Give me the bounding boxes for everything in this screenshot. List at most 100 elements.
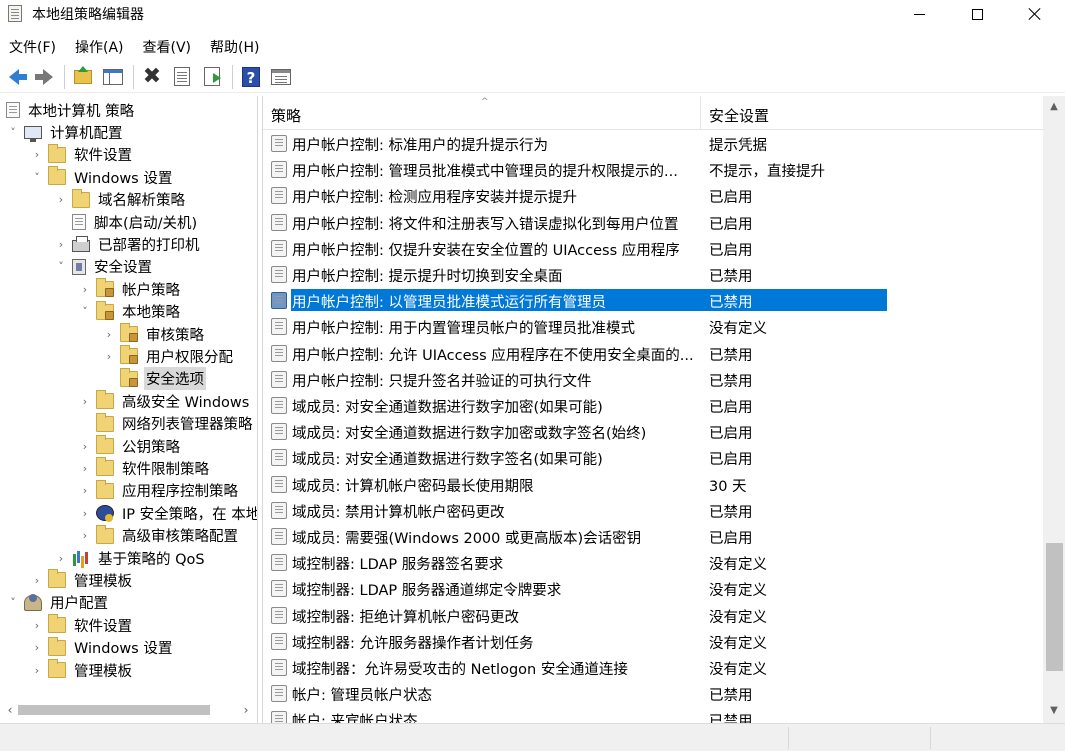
menu-view[interactable]: 查看(V) [134, 33, 202, 59]
policy-row[interactable]: 用户帐户控制: 允许 UIAccess 应用程序在不使用安全桌面的... 已禁用 [263, 340, 1043, 366]
chevron-right-icon[interactable]: › [30, 659, 44, 681]
policy-row[interactable]: 域成员: 需要强(Windows 2000 或更高版本)会话密钥 已启用 [263, 523, 1043, 549]
tree-node[interactable]: › 帐户策略 [78, 278, 182, 300]
chevron-right-icon[interactable]: › [78, 525, 92, 547]
tree-node[interactable]: › 用户权限分配 [102, 345, 235, 367]
close-button[interactable] [1006, 0, 1064, 28]
chevron-right-icon[interactable]: › [78, 435, 92, 457]
tree-horizontal-scrollbar[interactable]: ‹ › [0, 701, 257, 719]
list-vertical-scrollbar[interactable]: ▲ ▼ [1043, 96, 1065, 723]
policy-name: 域控制器: 拒绝计算机帐户密码更改 [292, 609, 519, 626]
policy-row[interactable]: 用户帐户控制: 以管理员批准模式运行所有管理员 已禁用 [263, 287, 1043, 313]
chevron-right-icon[interactable]: › [102, 323, 116, 345]
policy-row[interactable]: 域成员: 对安全通道数据进行数字签名(如果可能) 已启用 [263, 444, 1043, 470]
policy-row[interactable]: 用户帐户控制: 提示提升时切换到安全桌面 已禁用 [263, 261, 1043, 287]
policy-row[interactable]: 域控制器：允许易受攻击的 Netlogon 安全通道连接 没有定义 [263, 654, 1043, 680]
tree-node[interactable]: ˅ 计算机配置 [6, 121, 125, 143]
tree-node[interactable]: › 软件设置 [30, 143, 134, 166]
tree-node[interactable]: › Windows 设置 [30, 636, 174, 659]
scroll-down-icon[interactable]: ▼ [1043, 702, 1065, 720]
policy-row[interactable]: 域成员: 禁用计算机帐户密码更改 已禁用 [263, 497, 1043, 523]
help-button[interactable]: ? [239, 65, 263, 89]
tree-node[interactable]: › 软件限制策略 [78, 457, 211, 479]
tree-node[interactable]: › 已部署的打印机 [54, 233, 202, 255]
menu-file[interactable]: 文件(F) [0, 33, 66, 59]
policy-row[interactable]: 用户帐户控制: 检测应用程序安装并提示提升 已启用 [263, 182, 1043, 208]
column-header-policy[interactable]: 策略 [263, 96, 701, 130]
chevron-right-icon[interactable]: › [54, 547, 68, 569]
policy-row[interactable]: 域控制器: LDAP 服务器通道绑定令牌要求 没有定义 [263, 575, 1043, 601]
chevron-right-icon[interactable]: › [54, 189, 68, 211]
policy-row[interactable]: 用户帐户控制: 用于内置管理员帐户的管理员批准模式 没有定义 [263, 313, 1043, 339]
policy-row[interactable]: 用户帐户控制: 将文件和注册表写入错误虚拟化到每用户位置 已启用 [263, 209, 1043, 235]
tree-node[interactable]: ˅ 用户配置 [6, 592, 110, 614]
scroll-left-icon[interactable]: ‹ [2, 701, 18, 719]
policy-row[interactable]: 帐户: 管理员帐户状态 已禁用 [263, 680, 1043, 706]
tree-node[interactable]: › 管理模板 [30, 659, 134, 681]
policy-row[interactable]: 域成员: 对安全通道数据进行数字加密或数字签名(始终) 已启用 [263, 418, 1043, 444]
tree-node[interactable]: › 公钥策略 [78, 435, 182, 457]
chevron-down-icon[interactable]: ˅ [6, 592, 20, 614]
policy-row[interactable]: 用户帐户控制: 仅提升安装在安全位置的 UIAccess 应用程序 已启用 [263, 235, 1043, 261]
chevron-down-icon[interactable]: ˅ [78, 301, 92, 323]
tree-node[interactable]: 网络列表管理器策略 [78, 412, 255, 435]
policy-row[interactable]: 域控制器: LDAP 服务器签名要求 没有定义 [263, 549, 1043, 575]
chevron-down-icon[interactable]: ˅ [54, 256, 68, 278]
chevron-right-icon[interactable]: › [102, 345, 116, 367]
column-header-security-setting[interactable]: 安全设置 [701, 96, 1041, 130]
tree-node[interactable]: ˅ Windows 设置 [30, 166, 174, 188]
tree-node[interactable]: › 域名解析策略 [54, 188, 187, 211]
console-tree[interactable]: 本地计算机 策略 ˅ 计算机配置 › 软件设置 ˅ Windows 设置 › 域名解析策略 脚本(… [0, 96, 258, 723]
chevron-down-icon[interactable]: ˅ [30, 166, 44, 188]
policy-row[interactable]: 用户帐户控制: 只提升签名并验证的可执行文件 已禁用 [263, 366, 1043, 392]
forward-button[interactable] [32, 65, 56, 89]
back-button[interactable] [2, 65, 27, 89]
properties-button[interactable] [170, 65, 194, 89]
scroll-right-icon[interactable]: › [238, 701, 254, 719]
tree-node[interactable]: ˅ 安全设置 [54, 256, 154, 278]
scroll-thumb[interactable] [18, 705, 210, 715]
tree-node[interactable]: › 软件设置 [30, 614, 134, 636]
scroll-up-icon[interactable]: ▲ [1043, 98, 1065, 116]
menu-help[interactable]: 帮助(H) [201, 33, 269, 59]
chevron-right-icon[interactable]: › [30, 614, 44, 636]
chevron-right-icon[interactable]: › [30, 637, 44, 659]
view-button[interactable] [269, 65, 293, 89]
tree-node[interactable]: 安全选项 [102, 367, 206, 391]
policy-row[interactable]: 用户帐户控制: 管理员批准模式中管理员的提升权限提示的... 不提示，直接提升 [263, 156, 1043, 182]
tree-node[interactable]: › IP 安全策略，在 本地 [78, 502, 257, 524]
menu-action[interactable]: 操作(A) [66, 33, 134, 59]
tree-node[interactable]: › 基于策略的 QoS [54, 547, 207, 569]
policy-row[interactable]: 域控制器: 拒绝计算机帐户密码更改 没有定义 [263, 602, 1043, 628]
chevron-right-icon[interactable]: › [78, 278, 92, 300]
chevron-right-icon[interactable]: › [30, 144, 44, 166]
chevron-right-icon[interactable]: › [78, 480, 92, 502]
policy-row[interactable]: 域成员: 计算机帐户密码最长使用期限 30 天 [263, 471, 1043, 497]
chevron-right-icon[interactable]: › [30, 569, 44, 591]
chevron-down-icon[interactable]: ˅ [6, 121, 20, 143]
tree-node[interactable]: › 管理模板 [30, 569, 134, 591]
chevron-right-icon[interactable]: › [78, 502, 92, 524]
policy-row[interactable]: 用户帐户控制: 标准用户的提升提示行为 提示凭据 [263, 130, 1043, 156]
minimize-button[interactable] [890, 0, 948, 28]
tree-node[interactable]: 脚本(启动/关机) [54, 211, 199, 233]
chevron-right-icon[interactable]: › [78, 457, 92, 479]
scroll-thumb[interactable] [1046, 543, 1063, 671]
policy-row[interactable]: 域成员: 对安全通道数据进行数字加密(如果可能) 已启用 [263, 392, 1043, 418]
policy-row[interactable]: 帐户: 来宾帐户状态 已禁用 [263, 706, 1043, 723]
maximize-button[interactable] [948, 0, 1006, 28]
policy-row[interactable]: 域控制器: 允许服务器操作者计划任务 没有定义 [263, 628, 1043, 654]
tree-node[interactable]: ˅ 本地策略 [78, 300, 182, 323]
tree-node[interactable]: › 高级审核策略配置 [78, 524, 240, 547]
up-one-level-button[interactable] [71, 65, 95, 89]
tree-node[interactable]: 本地计算机 策略 [2, 99, 136, 121]
delete-button[interactable]: ✖ [140, 64, 164, 89]
tree-node[interactable]: › 审核策略 [102, 323, 206, 345]
show-hide-tree-button[interactable] [101, 65, 125, 89]
chevron-right-icon[interactable]: › [54, 233, 68, 255]
tree-node[interactable]: › 应用程序控制策略 [78, 479, 240, 502]
chevron-right-icon[interactable]: › [78, 390, 92, 412]
policy-setting-value: 已禁用 [709, 347, 753, 364]
tree-node[interactable]: › 高级安全 Windows [78, 390, 251, 412]
export-list-button[interactable] [200, 65, 224, 89]
